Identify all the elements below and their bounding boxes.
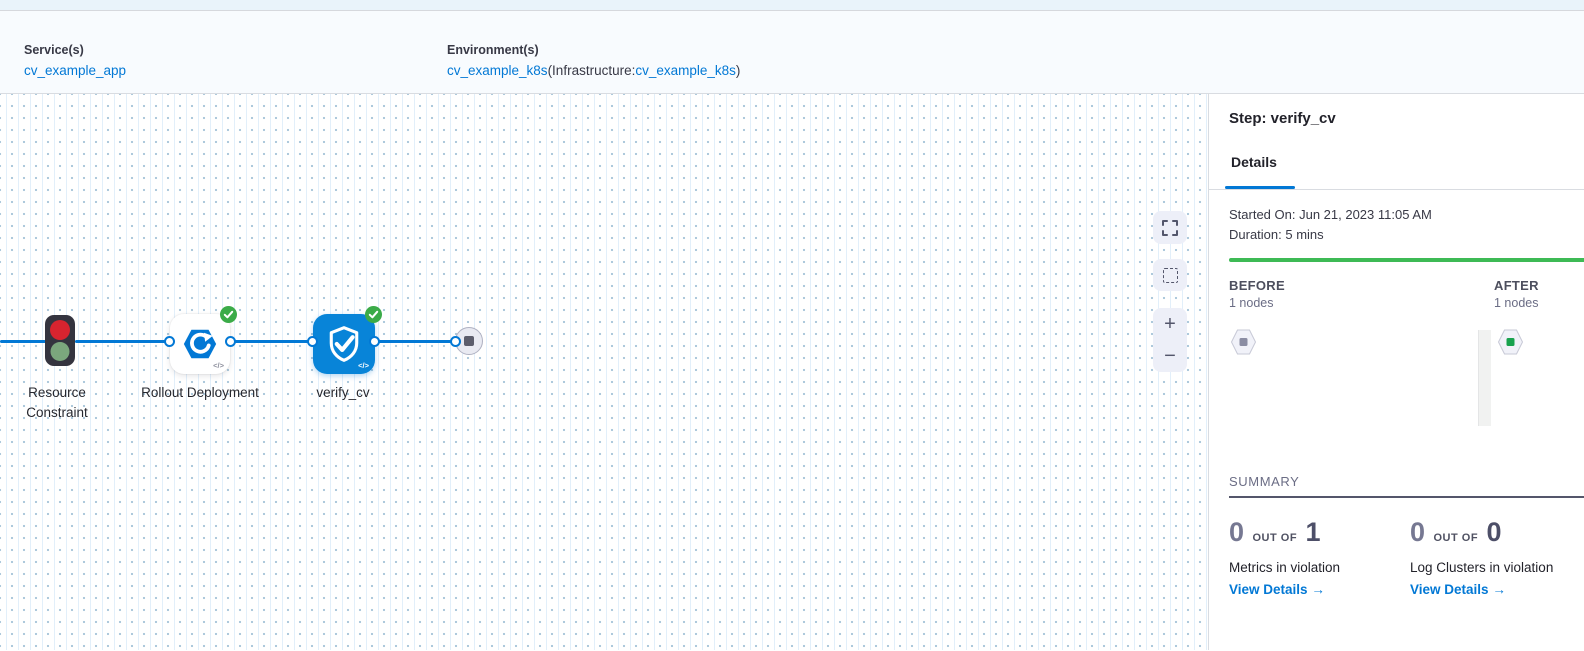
after-node-hexagon[interactable]	[1497, 328, 1524, 356]
environment-value: cv_example_k8s(Infrastructure:cv_example…	[447, 63, 740, 79]
stop-icon	[464, 336, 474, 346]
success-check-icon	[220, 306, 237, 323]
pipeline-canvas[interactable]: Resource Constraint </> Rollout Deployme…	[0, 94, 1208, 650]
before-node-hexagon[interactable]	[1230, 328, 1257, 356]
out-of-label: OUT OF	[1429, 532, 1482, 544]
before-label: BEFORE	[1229, 278, 1285, 293]
step-details-panel: Step: verify_cv Details Started On: Jun …	[1208, 94, 1584, 650]
tab-details[interactable]: Details	[1231, 154, 1277, 170]
service-label: Service(s)	[24, 43, 126, 58]
log-clusters-violated-count: 0	[1410, 517, 1425, 547]
metrics-violation-description: Metrics in violation	[1229, 559, 1340, 576]
environment-link[interactable]: cv_example_k8s	[447, 63, 548, 78]
environment-section: Environment(s) cv_example_k8s(Infrastruc…	[447, 43, 740, 79]
infrastructure-link[interactable]: cv_example_k8s	[635, 63, 736, 78]
metrics-view-details-link[interactable]: View Details →	[1229, 581, 1340, 599]
arrow-right-icon: →	[1492, 582, 1506, 597]
fullscreen-button[interactable]	[1153, 211, 1187, 244]
step-title: Step: verify_cv	[1229, 110, 1336, 127]
port	[369, 336, 380, 347]
arrow-right-icon: →	[1311, 582, 1325, 597]
node-resource-constraint[interactable]	[45, 315, 75, 366]
fullscreen-icon	[1162, 220, 1178, 236]
log-clusters-total-count: 0	[1487, 517, 1502, 547]
summary-divider	[1229, 496, 1584, 498]
marquee-select-button[interactable]	[1153, 259, 1187, 291]
log-clusters-violation-stat: 0 OUT OF 0 Log Clusters in violation Vie…	[1410, 516, 1553, 599]
log-clusters-violation-description: Log Clusters in violation	[1410, 559, 1553, 576]
service-link[interactable]: cv_example_app	[24, 63, 126, 79]
traffic-light-red-icon	[50, 320, 70, 340]
verification-progress-bar	[1229, 258, 1584, 262]
after-node-count: 1 nodes	[1494, 296, 1538, 310]
infrastructure-suffix: )	[736, 63, 741, 78]
marquee-select-icon	[1163, 268, 1178, 283]
node-list-scrollbar[interactable]	[1478, 330, 1491, 426]
after-label: AFTER	[1494, 278, 1539, 293]
top-strip	[0, 0, 1584, 11]
started-on-text: Started On: Jun 21, 2023 11:05 AM	[1229, 206, 1432, 223]
metrics-violation-stat: 0 OUT OF 1 Metrics in violation View Det…	[1229, 516, 1340, 599]
zoom-out-button[interactable]: −	[1153, 340, 1187, 372]
infrastructure-prefix: (Infrastructure:	[548, 63, 636, 78]
edge-rollout-verify	[232, 340, 310, 343]
node-label-verify-cv: verify_cv	[283, 383, 403, 403]
code-icon: </>	[358, 361, 369, 370]
log-clusters-violation-numbers: 0 OUT OF 0	[1410, 516, 1553, 554]
before-node-count: 1 nodes	[1229, 296, 1273, 310]
node-label-resource-constraint: Resource Constraint	[0, 383, 117, 423]
duration-text: Duration: 5 mins	[1229, 226, 1324, 243]
edge-verify-end	[374, 340, 452, 343]
out-of-label: OUT OF	[1248, 532, 1301, 544]
view-details-text: View Details	[1410, 582, 1489, 597]
port	[307, 336, 318, 347]
edge-constraint-rollout	[75, 340, 167, 343]
rollout-deployment-icon	[181, 325, 219, 363]
verify-shield-icon	[324, 324, 364, 364]
log-clusters-view-details-link[interactable]: View Details →	[1410, 581, 1553, 599]
execution-context-header: Service(s) cv_example_app Environment(s)…	[0, 11, 1584, 94]
tab-divider	[1209, 189, 1584, 190]
node-rollout-deployment[interactable]: </>	[170, 314, 230, 374]
node-verify-cv[interactable]: </>	[313, 314, 375, 374]
port	[225, 336, 236, 347]
port	[450, 336, 461, 347]
zoom-in-button[interactable]: +	[1153, 308, 1187, 340]
metrics-total-count: 1	[1306, 517, 1321, 547]
code-icon: </>	[213, 361, 224, 370]
edge-in	[0, 340, 46, 343]
zoom-controls: + −	[1153, 308, 1187, 372]
metrics-violation-numbers: 0 OUT OF 1	[1229, 516, 1340, 554]
view-details-text: View Details	[1229, 582, 1308, 597]
metrics-violated-count: 0	[1229, 517, 1244, 547]
service-section: Service(s) cv_example_app	[24, 43, 126, 79]
port	[164, 336, 175, 347]
environment-label: Environment(s)	[447, 43, 740, 58]
traffic-light-green-icon	[51, 342, 70, 361]
success-check-icon	[365, 306, 382, 323]
summary-label: SUMMARY	[1229, 474, 1299, 489]
node-label-rollout-deployment: Rollout Deployment	[140, 383, 260, 403]
